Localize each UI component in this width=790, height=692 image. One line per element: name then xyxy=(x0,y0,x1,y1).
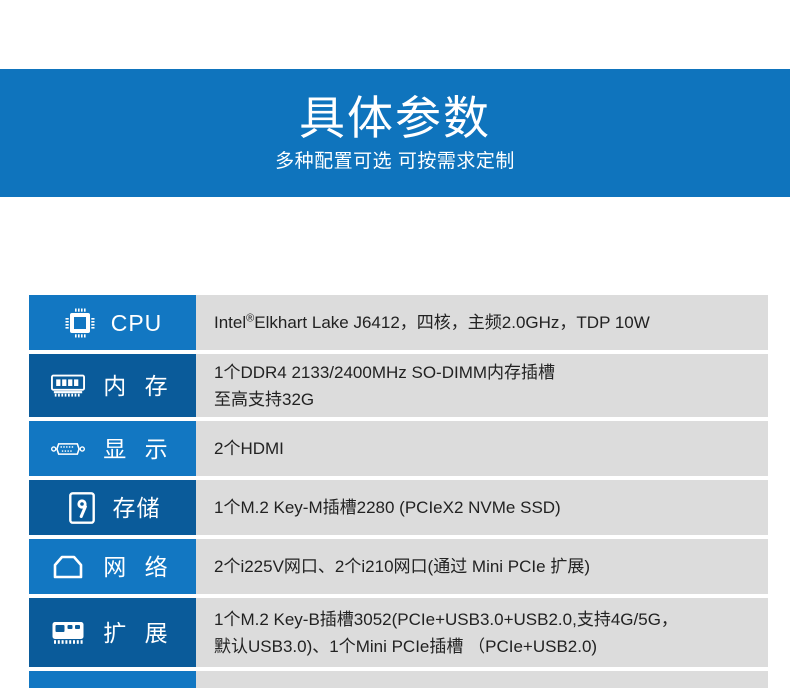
spec-value-line: 默认USB3.0)、1个Mini PCIe插槽 （PCIe+USB2.0) xyxy=(214,636,598,656)
table-row: 显 示 2个HDMI xyxy=(29,421,768,476)
page-banner: 具体参数 多种配置可选 可按需求定制 xyxy=(0,69,790,197)
spec-label-cpu: CPU xyxy=(29,295,196,350)
spec-label-expansion: 扩 展 xyxy=(29,598,196,667)
page-title: 具体参数 xyxy=(299,92,491,144)
table-row: 内 存 1个DDR4 2133/2400MHz SO-DIMM内存插槽 至高支持… xyxy=(29,354,768,417)
spec-value-partial xyxy=(196,671,768,688)
spec-value-display: 2个HDMI xyxy=(196,421,768,476)
spec-value-line: 1个DDR4 2133/2400MHz SO-DIMM内存插槽 xyxy=(214,362,556,382)
spec-value-network: 2个i225V网口、2个i210网口(通过 Mini PCIe 扩展) xyxy=(196,539,768,594)
page-subtitle: 多种配置可选 可按需求定制 xyxy=(275,151,515,172)
spec-label-text: 扩 展 xyxy=(103,619,174,646)
spec-value-line: 至高支持32G xyxy=(214,389,315,409)
spec-label-text: 内 存 xyxy=(103,372,174,399)
table-row: CPU Intel®Elkhart Lake J6412，四核，主频2.0GHz… xyxy=(29,295,768,350)
hard-disk-icon xyxy=(65,491,99,525)
memory-ram-icon xyxy=(51,369,86,403)
spec-value-line: Intel®Elkhart Lake J6412，四核，主频2.0GHz，TDP… xyxy=(214,312,650,332)
spec-label-text: 网 络 xyxy=(103,553,174,580)
expansion-card-icon xyxy=(51,616,85,650)
spec-label-text: 存储 xyxy=(112,494,161,521)
spec-value-storage: 1个M.2 Key-M插槽2280 (PCIeX2 NVMe SSD) xyxy=(196,480,768,535)
spec-label-text: 显 示 xyxy=(103,435,174,462)
spec-value-cpu: Intel®Elkhart Lake J6412，四核，主频2.0GHz，TDP… xyxy=(196,295,768,350)
vga-connector-icon xyxy=(51,432,86,466)
spec-label-partial xyxy=(29,671,196,688)
spec-label-storage: 存储 xyxy=(29,480,196,535)
cpu-chip-icon xyxy=(63,306,97,340)
spec-value-line: 1个M.2 Key-B插槽3052(PCIe+USB3.0+USB2.0,支持4… xyxy=(214,609,678,629)
spec-label-display: 显 示 xyxy=(29,421,196,476)
table-row: 网 络 2个i225V网口、2个i210网口(通过 Mini PCIe 扩展) xyxy=(29,539,768,594)
spec-value-line: 2个HDMI xyxy=(214,439,284,458)
rj45-network-icon xyxy=(51,550,85,584)
table-row-partial xyxy=(29,671,768,688)
spec-value-memory: 1个DDR4 2133/2400MHz SO-DIMM内存插槽 至高支持32G xyxy=(196,354,768,417)
table-row: 存储 1个M.2 Key-M插槽2280 (PCIeX2 NVMe SSD) xyxy=(29,480,768,535)
table-row: 扩 展 1个M.2 Key-B插槽3052(PCIe+USB3.0+USB2.0… xyxy=(29,598,768,667)
spec-label-text: CPU xyxy=(110,309,163,336)
spec-value-expansion: 1个M.2 Key-B插槽3052(PCIe+USB3.0+USB2.0,支持4… xyxy=(196,598,768,667)
spec-label-memory: 内 存 xyxy=(29,354,196,417)
spec-value-line: 2个i225V网口、2个i210网口(通过 Mini PCIe 扩展) xyxy=(214,557,590,576)
spec-table: CPU Intel®Elkhart Lake J6412，四核，主频2.0GHz… xyxy=(29,295,768,692)
spec-value-line: 1个M.2 Key-M插槽2280 (PCIeX2 NVMe SSD) xyxy=(214,498,561,517)
spec-label-network: 网 络 xyxy=(29,539,196,594)
